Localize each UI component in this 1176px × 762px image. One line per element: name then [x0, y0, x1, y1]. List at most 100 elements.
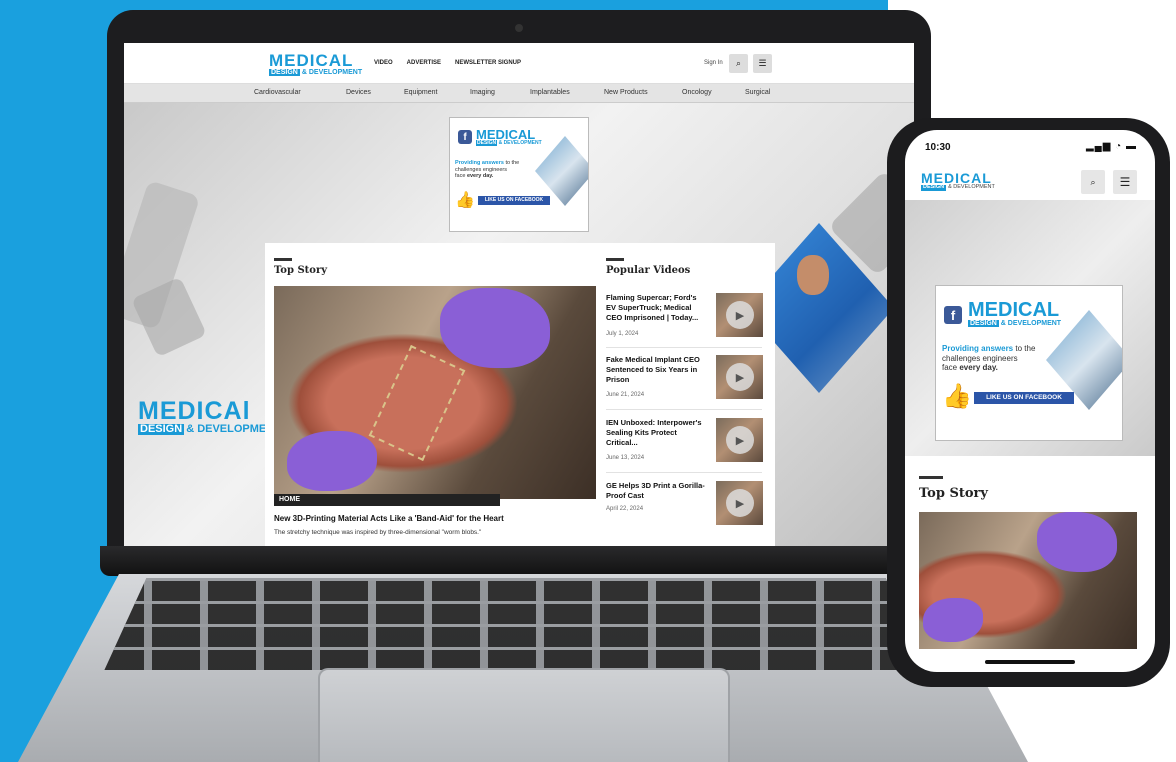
- content-panel: Top Story HOME New 3D-Printing Material …: [265, 243, 775, 546]
- mobile-logo-dev: & DEVELOPMENT: [948, 184, 995, 190]
- ad-tagline: Providing answers to the challenges engi…: [942, 344, 1067, 373]
- facebook-icon: f: [458, 130, 472, 144]
- play-icon[interactable]: ▶: [726, 426, 754, 454]
- section-rule: [919, 476, 943, 479]
- menu-button[interactable]: ☰: [753, 54, 772, 73]
- mobile-menu-button[interactable]: ☰: [1113, 170, 1137, 194]
- popular-videos-heading: Popular Videos: [606, 265, 691, 276]
- logo-text: MEDICAL: [269, 51, 354, 70]
- divider: [606, 472, 762, 473]
- like-facebook-button[interactable]: LIKE US ON FACEBOOK: [478, 196, 550, 205]
- ad-tagline-line2: challenges engineers: [455, 166, 507, 173]
- cat-equipment[interactable]: Equipment: [404, 89, 437, 96]
- engineer-head: [797, 255, 829, 295]
- ad-tagline-rest: to the: [1015, 344, 1036, 353]
- video-title[interactable]: GE Helps 3D Print a Gorilla-Proof Cast: [606, 481, 708, 501]
- ad-logo-dev: & DEVELOPMENT: [498, 140, 542, 146]
- video-item[interactable]: GE Helps 3D Print a Gorilla-Proof Cast A…: [606, 481, 763, 531]
- phone-screen: 10:30 ▂▄▆ ◔ ▬ MEDICAL DESIGN & DEVELOPME…: [905, 130, 1155, 672]
- ad-logo-design: DESIGN: [476, 140, 498, 146]
- ad-logo: MEDICAL DESIGN & DEVELOPMENT: [968, 300, 1061, 327]
- mobile-facebook-ad[interactable]: f MEDICAL DESIGN & DEVELOPMENT Providing…: [935, 285, 1123, 441]
- play-icon[interactable]: ▶: [726, 301, 754, 329]
- play-icon[interactable]: ▶: [726, 489, 754, 517]
- logo-design: DESIGN: [269, 69, 300, 76]
- ad-tagline-bold: every day.: [959, 363, 998, 373]
- cat-devices[interactable]: Devices: [346, 89, 371, 96]
- nav-advertise[interactable]: ADVERTISE: [407, 60, 441, 66]
- play-icon[interactable]: ▶: [726, 363, 754, 391]
- section-rule: [606, 258, 624, 261]
- clock: 10:30: [925, 142, 951, 153]
- mobile-search-button[interactable]: ⌕: [1081, 170, 1105, 194]
- site-logo[interactable]: MEDICAL DESIGN & DEVELOPMENT: [269, 52, 362, 76]
- menu-icon: ☰: [758, 58, 767, 68]
- cat-oncology[interactable]: Oncology: [682, 89, 712, 96]
- ad-tagline: Providing answers to the challenges engi…: [455, 160, 550, 180]
- laptop-screen: MEDICAL DESIGN & DEVELOPMENT VIDEO ADVER…: [124, 43, 914, 546]
- top-nav: VIDEO ADVERTISE NEWSLETTER SIGNUP: [374, 60, 521, 66]
- laptop-hinge: [100, 546, 936, 576]
- video-date: June 21, 2024: [606, 392, 645, 398]
- hero-logo-text: MEDICAl: [138, 397, 251, 425]
- mobile-logo-text: MEDICAL: [921, 170, 992, 186]
- ad-tagline-line2: challenges engineers: [942, 353, 1018, 363]
- mobile-logo[interactable]: MEDICAL DESIGN & DEVELOPMENT: [921, 171, 995, 191]
- like-facebook-button[interactable]: LIKE US ON FACEBOOK: [974, 392, 1074, 404]
- mobile-logo-design: DESIGN: [921, 184, 947, 191]
- cat-cardiovascular[interactable]: Cardiovascular: [254, 89, 301, 96]
- video-item[interactable]: Fake Medical Implant CEO Sentenced to Si…: [606, 355, 763, 405]
- video-item[interactable]: Flaming Supercar; Ford's EV SuperTruck; …: [606, 293, 763, 343]
- video-date: July 1, 2024: [606, 331, 639, 337]
- category-badge[interactable]: HOME: [274, 494, 500, 506]
- status-bar: 10:30 ▂▄▆ ◔ ▬: [905, 130, 1155, 164]
- video-date: June 13, 2024: [606, 455, 645, 461]
- cat-surgical[interactable]: Surgical: [745, 89, 770, 96]
- nav-newsletter[interactable]: NEWSLETTER SIGNUP: [455, 60, 521, 66]
- gloved-hand: [1037, 512, 1117, 572]
- video-title[interactable]: Fake Medical Implant CEO Sentenced to Si…: [606, 355, 708, 385]
- search-icon: ⌕: [1090, 176, 1096, 187]
- hero-logo-design: DESIGN: [138, 423, 185, 435]
- mobile-header: MEDICAL DESIGN & DEVELOPMENT ⌕ ☰: [905, 164, 1155, 200]
- ad-logo-dev: & DEVELOPMENT: [1000, 320, 1062, 327]
- menu-icon: ☰: [1119, 175, 1131, 189]
- cat-new-products[interactable]: New Products: [604, 89, 648, 96]
- video-title[interactable]: Flaming Supercar; Ford's EV SuperTruck; …: [606, 293, 708, 323]
- ad-tagline-pre: face: [455, 173, 466, 180]
- ad-tagline-rest: to the: [505, 160, 520, 166]
- video-date: April 22, 2024: [606, 506, 644, 512]
- ad-logo-text: MEDICAL: [968, 299, 1060, 321]
- divider: [606, 347, 762, 348]
- hero-logo-development: & DEVELOPME: [186, 423, 267, 435]
- gloved-hand: [440, 288, 550, 368]
- ad-logo: MEDICAL DESIGN & DEVELOPMENT: [476, 128, 542, 146]
- divider: [606, 409, 762, 410]
- top-story-heading: Top Story: [274, 265, 328, 276]
- thumbs-up-icon: 👍: [942, 383, 972, 410]
- search-button[interactable]: ⌕: [729, 54, 748, 73]
- keyboard-rows: [104, 578, 928, 670]
- gloved-hand: [287, 431, 377, 491]
- site-header: MEDICAL DESIGN & DEVELOPMENT VIDEO ADVER…: [124, 43, 914, 84]
- nav-video[interactable]: VIDEO: [374, 60, 393, 66]
- category-bar: Cardiovascular Devices Equipment Imaging…: [124, 84, 914, 103]
- cat-imaging[interactable]: Imaging: [470, 89, 495, 96]
- gloved-hand: [923, 598, 983, 642]
- logo-development: & DEVELOPMENT: [301, 69, 363, 76]
- facebook-icon: f: [944, 306, 962, 324]
- facebook-ad[interactable]: f MEDICAL DESIGN & DEVELOPMENT Providing…: [449, 117, 589, 232]
- hero-logo: MEDICAl DESIGN & DEVELOPME: [138, 399, 266, 435]
- video-item[interactable]: IEN Unboxed: Interpower's Sealing Kits P…: [606, 418, 763, 468]
- webcam: [515, 24, 523, 32]
- ad-logo-design: DESIGN: [968, 320, 999, 327]
- top-story-title[interactable]: New 3D-Printing Material Acts Like a 'Ba…: [274, 514, 504, 523]
- video-title[interactable]: IEN Unboxed: Interpower's Sealing Kits P…: [606, 418, 708, 448]
- trackpad: [318, 668, 730, 762]
- signal-wifi-battery-icon: ▂▄▆ ◔ ▬: [1085, 141, 1137, 152]
- section-rule: [274, 258, 292, 261]
- home-indicator[interactable]: [985, 660, 1075, 664]
- sign-in-link[interactable]: Sign In: [704, 60, 723, 66]
- top-story-dek: The stretchy technique was inspired by t…: [274, 529, 482, 536]
- cat-implantables[interactable]: Implantables: [530, 89, 570, 96]
